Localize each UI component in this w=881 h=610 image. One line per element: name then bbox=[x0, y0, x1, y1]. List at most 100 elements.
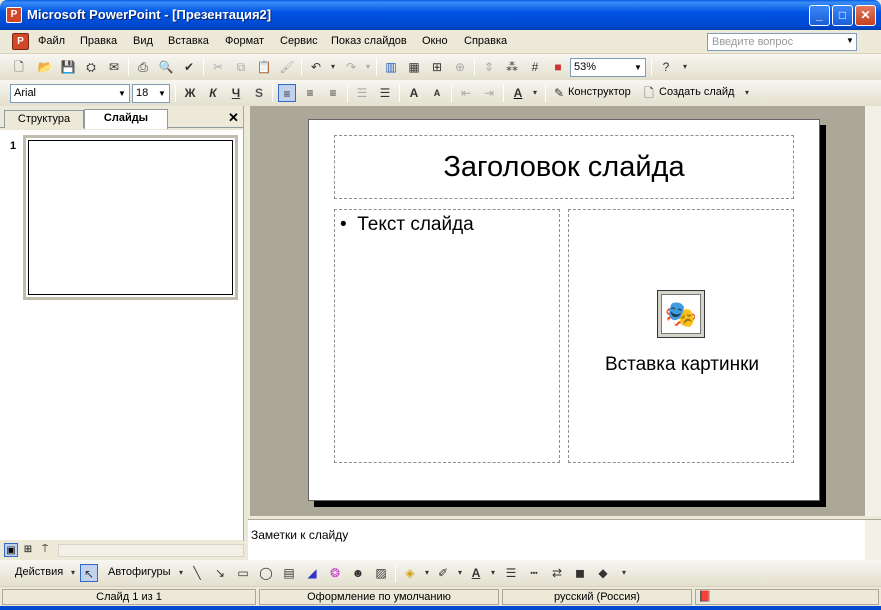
diagram-icon[interactable]: ❂ bbox=[326, 564, 344, 582]
print-icon[interactable]: ⎙ bbox=[134, 58, 152, 76]
text-placeholder[interactable]: • Текст слайда bbox=[334, 209, 560, 463]
permission-icon[interactable]: ⛭ bbox=[82, 58, 100, 76]
copy-icon[interactable]: ⧉ bbox=[232, 58, 250, 76]
menu-tools[interactable]: Сервис bbox=[280, 35, 318, 47]
menu-file[interactable]: Файл bbox=[38, 35, 65, 47]
maximize-button[interactable]: □ bbox=[832, 5, 853, 26]
chart-icon[interactable]: ▥ bbox=[382, 58, 400, 76]
wordart-icon[interactable]: ◢ bbox=[303, 564, 321, 582]
arrow-style-icon[interactable]: ⇄ bbox=[548, 564, 566, 582]
spelling-status-icon[interactable]: 📕 bbox=[695, 589, 879, 605]
zoom-select[interactable]: 53% ▼ bbox=[570, 58, 646, 77]
font-color-icon[interactable]: A bbox=[467, 564, 485, 582]
chevron-down-icon[interactable]: ▼ bbox=[632, 60, 644, 75]
menu-edit[interactable]: Правка bbox=[80, 35, 117, 47]
align-right-icon[interactable]: ≡ bbox=[324, 84, 342, 102]
undo-icon[interactable]: ↶ bbox=[307, 58, 325, 76]
show-formatting-icon[interactable]: ⁂ bbox=[503, 58, 521, 76]
powerpoint-app-icon[interactable]: P bbox=[6, 7, 22, 23]
help-icon[interactable]: ? bbox=[657, 58, 675, 76]
new-slide-button[interactable]: Создать слайд bbox=[659, 86, 734, 98]
slideshow-icon[interactable]: ⍑ bbox=[38, 543, 52, 557]
table-icon[interactable]: ▦ bbox=[405, 58, 423, 76]
paste-icon[interactable]: 📋 bbox=[255, 58, 273, 76]
font-color-icon[interactable]: A bbox=[509, 84, 527, 102]
notes-scrollbar[interactable] bbox=[865, 520, 881, 561]
decrease-indent-icon[interactable]: ⇤ bbox=[457, 84, 475, 102]
hyperlink-icon[interactable]: ⊕ bbox=[451, 58, 469, 76]
shadow-style-icon[interactable]: ◼ bbox=[571, 564, 589, 582]
toolbar-options-icon[interactable]: ▾ bbox=[738, 84, 756, 102]
align-center-icon[interactable]: ≡ bbox=[301, 84, 319, 102]
menu-slideshow[interactable]: Показ слайдов bbox=[331, 35, 407, 47]
menu-insert[interactable]: Вставка bbox=[168, 35, 209, 47]
tab-outline[interactable]: Структура bbox=[4, 110, 84, 128]
ask-question-input[interactable]: Введите вопрос bbox=[707, 33, 857, 51]
slide-thumbnail[interactable] bbox=[23, 135, 238, 300]
menu-format[interactable]: Формат bbox=[225, 35, 264, 47]
numbering-icon[interactable]: ☰ bbox=[353, 84, 371, 102]
menu-window[interactable]: Окно bbox=[422, 35, 448, 47]
ask-dropdown-icon[interactable]: ▼ bbox=[846, 36, 854, 45]
new-icon[interactable]: 🗋 bbox=[10, 58, 28, 76]
expand-icon[interactable]: ⇕ bbox=[480, 58, 498, 76]
title-placeholder[interactable]: Заголовок слайда bbox=[334, 135, 794, 199]
bullets-icon[interactable]: ☰ bbox=[376, 84, 394, 102]
redo-dropdown-icon[interactable]: ▾ bbox=[359, 58, 377, 76]
tab-slides[interactable]: Слайды bbox=[84, 109, 168, 129]
title-bar[interactable]: P Microsoft PowerPoint - [Презентация2] … bbox=[0, 0, 881, 30]
tables-borders-icon[interactable]: ⊞ bbox=[428, 58, 446, 76]
shadow-button[interactable]: S bbox=[250, 84, 268, 102]
arrow-icon[interactable]: ↘ bbox=[211, 564, 229, 582]
slide-canvas[interactable]: Заголовок слайда • Текст слайда 🎭 Вставк… bbox=[308, 119, 820, 501]
notes-pane[interactable]: Заметки к слайду bbox=[248, 519, 881, 561]
font-color-dropdown-icon[interactable]: ▾ bbox=[526, 84, 544, 102]
print-preview-icon[interactable]: 🔍 bbox=[157, 58, 175, 76]
picture-icon[interactable]: ▨ bbox=[372, 564, 390, 582]
color-grayscale-icon[interactable]: ■ bbox=[549, 58, 567, 76]
format-painter-icon[interactable]: 🖌 bbox=[278, 58, 296, 76]
rectangle-icon[interactable]: ▭ bbox=[234, 564, 252, 582]
horizontal-scrollbar[interactable] bbox=[58, 544, 244, 557]
document-icon[interactable]: P bbox=[12, 33, 29, 50]
undo-dropdown-icon[interactable]: ▾ bbox=[324, 58, 342, 76]
decrease-font-icon[interactable]: A bbox=[428, 84, 446, 102]
chevron-down-icon[interactable]: ▼ bbox=[116, 86, 128, 101]
chevron-down-icon[interactable]: ▼ bbox=[156, 86, 168, 101]
save-icon[interactable]: 💾 bbox=[59, 58, 77, 76]
vertical-scrollbar[interactable] bbox=[865, 106, 881, 516]
font-size-select[interactable]: 18 ▼ bbox=[132, 84, 170, 103]
designer-button[interactable]: Конструктор bbox=[568, 86, 631, 98]
grid-icon[interactable]: # bbox=[526, 58, 544, 76]
increase-font-icon[interactable]: A bbox=[405, 84, 423, 102]
menu-view[interactable]: Вид bbox=[133, 35, 153, 47]
line-style-icon[interactable]: ☰ bbox=[502, 564, 520, 582]
font-color-dropdown-icon[interactable]: ▾ bbox=[484, 564, 502, 582]
align-left-icon[interactable]: ≡ bbox=[278, 84, 296, 102]
toolbar-options-icon[interactable]: ▾ bbox=[676, 58, 694, 76]
normal-view-icon[interactable]: ▣ bbox=[4, 543, 18, 557]
clipart-placeholder[interactable]: 🎭 Вставка картинки bbox=[568, 209, 794, 463]
select-objects-icon[interactable]: ↖ bbox=[80, 564, 98, 582]
autoshapes-menu[interactable]: Автофигуры bbox=[108, 566, 171, 578]
menu-help[interactable]: Справка bbox=[464, 35, 507, 47]
fill-color-icon[interactable]: ◈ bbox=[401, 564, 419, 582]
underline-button[interactable]: Ч bbox=[227, 84, 245, 102]
minimize-button[interactable]: _ bbox=[809, 5, 830, 26]
line-color-icon[interactable]: ✐ bbox=[434, 564, 452, 582]
close-button[interactable]: ✕ bbox=[855, 5, 876, 26]
oval-icon[interactable]: ◯ bbox=[257, 564, 275, 582]
increase-indent-icon[interactable]: ⇥ bbox=[480, 84, 498, 102]
3d-style-icon[interactable]: ◆ bbox=[594, 564, 612, 582]
email-icon[interactable]: ✉ bbox=[105, 58, 123, 76]
font-select[interactable]: Arial ▼ bbox=[10, 84, 130, 103]
cut-icon[interactable]: ✂ bbox=[209, 58, 227, 76]
line-icon[interactable]: ╲ bbox=[188, 564, 206, 582]
clipart-icon[interactable]: ☻ bbox=[349, 564, 367, 582]
italic-button[interactable]: К bbox=[204, 84, 222, 102]
spelling-icon[interactable]: ✔ bbox=[180, 58, 198, 76]
open-icon[interactable]: 📂 bbox=[36, 58, 54, 76]
dash-style-icon[interactable]: ┅ bbox=[525, 564, 543, 582]
slide-sorter-icon[interactable]: ⊞ bbox=[21, 543, 35, 557]
insert-clipart-button[interactable]: 🎭 bbox=[657, 290, 705, 338]
